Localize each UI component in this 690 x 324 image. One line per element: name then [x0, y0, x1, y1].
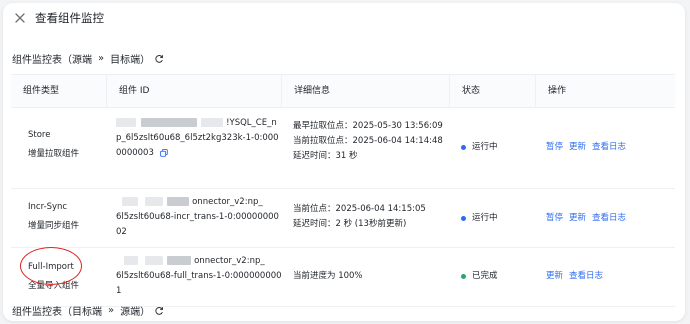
section-title-separator: » — [98, 53, 105, 64]
status-text: 运行中 — [472, 142, 498, 152]
header-actions: 操作 — [535, 75, 675, 107]
component-id-line: 6l5zslt60u68-full_trans-1-0:000000000 — [116, 271, 282, 281]
detail-line: 延迟时间：31 秒 — [293, 151, 358, 161]
detail-line: 延迟时间：2 秒 (13秒前更新) — [293, 219, 407, 229]
component-id-line: 02 — [116, 227, 127, 237]
component-type-cell: Store 增量拉取组件 — [28, 128, 79, 162]
component-monitor-table: 组件类型 组件 ID 详细信息 状态 操作 Store 增量拉取组件 !YSQL… — [11, 74, 675, 307]
redacted-mask — [167, 197, 190, 206]
update-button[interactable]: 更新 — [569, 213, 586, 223]
view-logs-button[interactable]: 查看日志 — [592, 142, 626, 152]
component-id-line: 0000003 — [116, 148, 154, 158]
redacted-mask — [201, 118, 224, 127]
detail-line: 当前进度为 100% — [293, 271, 363, 281]
refresh-icon[interactable] — [154, 54, 164, 64]
redacted-mask — [122, 197, 138, 206]
component-id-cell: !YSQL_CE_n p_6l5zslt60u68_6l5zt2kg323k-1… — [116, 116, 279, 161]
component-type-desc: 增量拉取组件 — [28, 149, 80, 159]
section-title-prefix: 组件监控表（源端 — [12, 55, 92, 66]
table-row: Incr-Sync 增量同步组件 onnector_v2:np_ 6l5zslt… — [11, 189, 675, 248]
header-component-id: 组件 ID — [106, 75, 281, 107]
close-icon[interactable] — [13, 11, 27, 25]
details-cell: 当前位点：2025-06-04 14:15:05 延迟时间：2 秒 (13秒前更… — [293, 202, 453, 232]
component-type-desc: 增量同步组件 — [28, 221, 80, 231]
header-status: 状态 — [449, 75, 535, 107]
component-id-line: onnector_v2:np_ — [194, 256, 265, 266]
component-id-line: !YSQL_CE_n — [226, 118, 277, 128]
component-id-line: 6l5zslt60u68-incr_trans-1-0:00000000 — [116, 212, 279, 222]
refresh-icon[interactable] — [154, 306, 164, 316]
redacted-mask — [144, 256, 163, 265]
section-title-suffix: 目标端） — [110, 55, 151, 66]
status-badge: 运行中 — [461, 211, 498, 226]
dialog-title: 查看组件监控 — [35, 11, 104, 25]
status-badge: 已完成 — [461, 269, 498, 284]
highlight-circle — [20, 247, 82, 285]
section-title-target-to-source: 组件监控表（目标端 » 源端） — [12, 303, 164, 318]
component-type-name: Incr-Sync — [28, 202, 68, 212]
component-type-cell: Incr-Sync 增量同步组件 — [28, 200, 79, 234]
update-button[interactable]: 更新 — [569, 142, 586, 152]
detail-line: 最早拉取位点：2025-05-30 13:56:09 — [293, 121, 443, 131]
status-badge: 运行中 — [461, 140, 498, 155]
header-component-type: 组件类型 — [23, 86, 60, 96]
detail-line: 当前位点：2025-06-04 14:15:05 — [293, 204, 426, 214]
view-logs-button[interactable]: 查看日志 — [592, 213, 626, 223]
status-text: 运行中 — [472, 213, 498, 223]
redacted-mask — [144, 197, 163, 206]
component-id-line: p_6l5zslt60u68_6l5zt2kg323k-1-0:000 — [116, 133, 279, 143]
redacted-mask — [124, 256, 138, 265]
component-type-name: Store — [28, 130, 51, 140]
actions-cell: 暂停 更新 查看日志 — [546, 211, 632, 226]
pause-button[interactable]: 暂停 — [546, 142, 563, 152]
actions-cell: 暂停 更新 查看日志 — [546, 140, 632, 155]
pause-button[interactable]: 暂停 — [546, 213, 563, 223]
redacted-mask — [140, 118, 197, 127]
table-header: 组件类型 组件 ID 详细信息 状态 操作 — [11, 75, 675, 108]
component-monitor-dialog: 查看组件监控 组件监控表（源端 » 目标端） 组件类型 组件 ID 详细信息 状… — [3, 3, 685, 321]
redacted-mask — [116, 118, 136, 127]
section-title-separator: » — [108, 305, 115, 316]
details-cell: 最早拉取位点：2025-05-30 13:56:09 当前拉取位点：2025-0… — [293, 119, 453, 164]
section-title-suffix: 源端） — [120, 307, 151, 318]
component-id-cell: onnector_v2:np_ 6l5zslt60u68-incr_trans-… — [116, 195, 279, 240]
table-row: Full-Import 全量导入组件 onnector_v2:np_ 6l5zs… — [11, 248, 675, 307]
status-dot-icon — [461, 274, 466, 279]
component-id-cell: onnector_v2:np_ 6l5zslt60u68-full_trans-… — [116, 254, 282, 299]
redacted-mask — [167, 256, 192, 265]
status-dot-icon — [461, 216, 466, 221]
status-dot-icon — [461, 145, 466, 150]
copy-icon[interactable] — [159, 148, 168, 157]
detail-line: 当前拉取位点：2025-06-04 14:14:48 — [293, 136, 443, 146]
table-row: Store 增量拉取组件 !YSQL_CE_n p_6l5zslt60u68_6… — [11, 108, 675, 189]
component-id-line: onnector_v2:np_ — [192, 197, 263, 207]
update-button[interactable]: 更新 — [546, 271, 563, 281]
actions-cell: 更新 查看日志 — [546, 269, 609, 284]
details-cell: 当前进度为 100% — [293, 269, 453, 284]
section-title-source-to-target: 组件监控表（源端 » 目标端） — [12, 51, 164, 66]
component-id-line: 1 — [116, 286, 122, 296]
section-title-prefix: 组件监控表（目标端 — [12, 307, 102, 318]
header-details: 详细信息 — [281, 75, 449, 107]
status-text: 已完成 — [472, 271, 498, 281]
dialog-header: 查看组件监控 — [3, 3, 685, 33]
view-logs-button[interactable]: 查看日志 — [569, 271, 603, 281]
